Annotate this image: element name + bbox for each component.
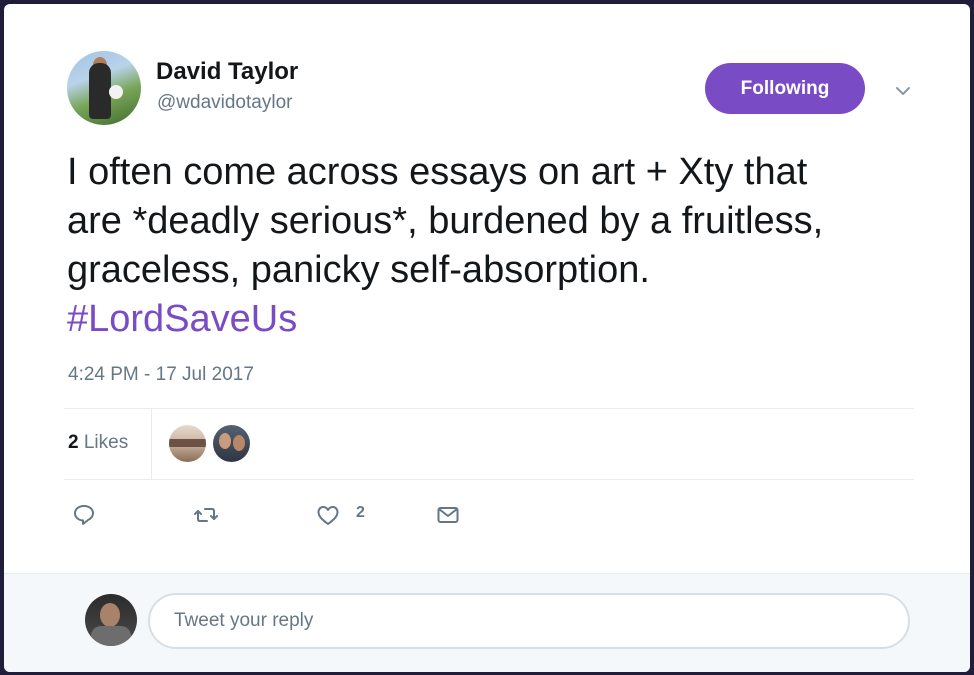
reply-icon[interactable]	[70, 501, 98, 529]
reply-input[interactable]	[148, 593, 910, 649]
current-user-avatar	[85, 594, 137, 646]
following-button[interactable]: Following	[705, 63, 865, 114]
author-name[interactable]: David Taylor	[156, 58, 298, 86]
author-handle[interactable]: @wdavidotaylor	[157, 92, 292, 114]
liker-avatar-face	[219, 433, 231, 449]
current-user-shirt	[91, 626, 131, 646]
divider-top	[64, 408, 914, 409]
likes-count: 2	[68, 432, 79, 453]
heart-icon[interactable]	[314, 501, 342, 529]
chevron-down-icon[interactable]	[892, 80, 914, 102]
envelope-icon[interactable]	[434, 501, 462, 529]
tweet-timestamp[interactable]: 4:24 PM - 17 Jul 2017	[68, 364, 254, 386]
likes-label: Likes	[78, 432, 129, 453]
avatar-figure	[89, 63, 111, 119]
divider-bottom	[64, 479, 914, 480]
liker-avatar-face	[233, 435, 245, 451]
liker-avatar[interactable]	[213, 425, 250, 462]
liker-avatar-band	[169, 439, 206, 447]
heart-count: 2	[356, 504, 365, 521]
retweet-icon[interactable]	[192, 501, 220, 529]
liker-avatar[interactable]	[169, 425, 206, 462]
current-user-face	[100, 603, 120, 627]
hashtag-link[interactable]: #LordSaveUs	[67, 295, 297, 344]
tweet-card: David Taylor @wdavidotaylor Following I …	[4, 4, 970, 672]
avatar-ball	[109, 85, 123, 99]
likes-stat[interactable]: 2 Likes	[68, 432, 128, 454]
stat-divider	[151, 409, 152, 479]
author-avatar[interactable]	[67, 51, 141, 125]
tweet-text: I often come across essays on art + Xty …	[67, 151, 824, 291]
